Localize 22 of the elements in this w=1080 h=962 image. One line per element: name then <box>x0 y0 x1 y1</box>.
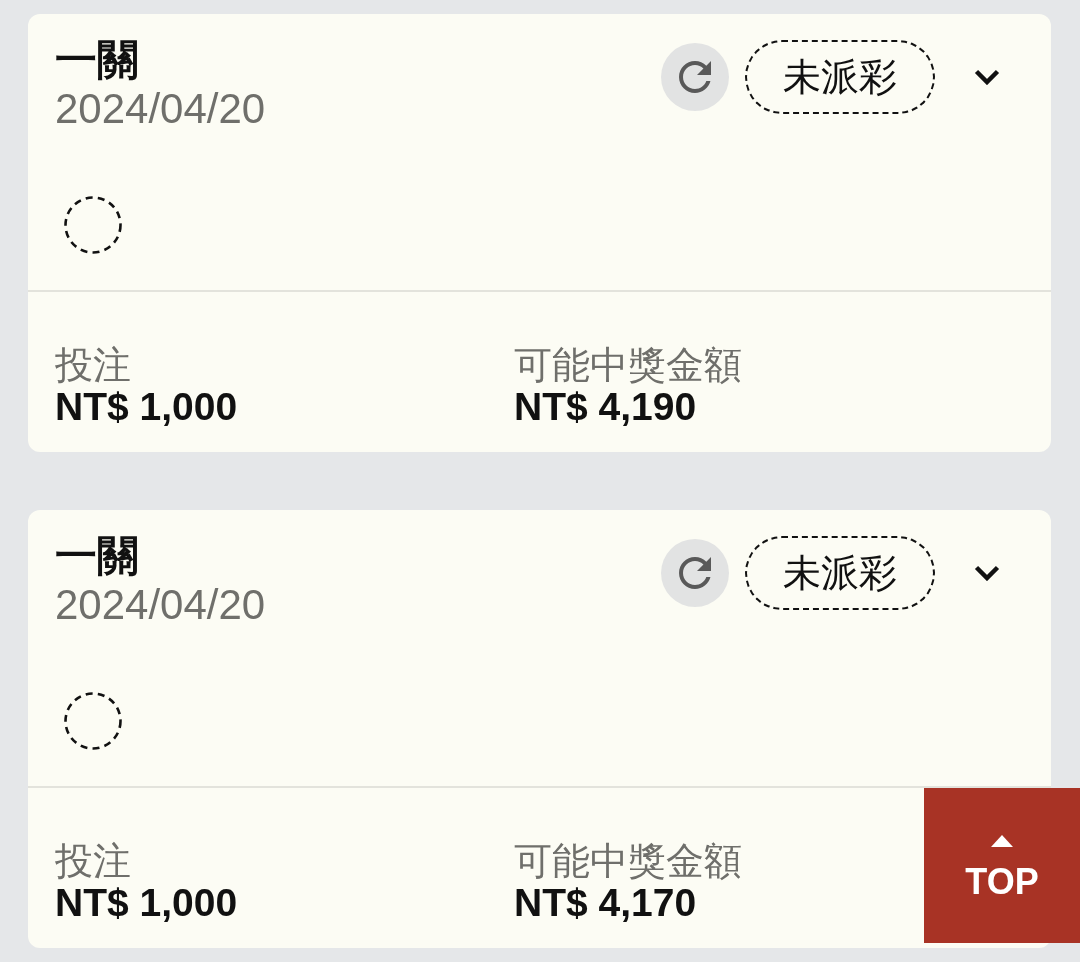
empty-circle-icon <box>64 692 122 750</box>
bet-title: 一關 <box>55 531 139 581</box>
bet-date: 2024/04/20 <box>55 581 266 629</box>
status-tag: 未派彩 <box>745 40 935 114</box>
payout-amount: NT$ 4,190 <box>514 386 697 428</box>
stake-label: 投注 <box>55 840 131 882</box>
stake-label: 投注 <box>55 344 131 386</box>
empty-circle-icon <box>64 196 122 254</box>
payout-label: 可能中獎金額 <box>514 344 742 386</box>
payout-label: 可能中獎金額 <box>514 840 742 882</box>
refresh-icon[interactable] <box>661 43 729 111</box>
stake-amount: NT$ 1,000 <box>55 386 238 428</box>
back-to-top-button[interactable]: TOP <box>924 788 1080 943</box>
bet-date: 2024/04/20 <box>55 85 266 133</box>
chevron-down-icon[interactable] <box>974 565 1000 581</box>
refresh-icon[interactable] <box>661 539 729 607</box>
bet-title: 一關 <box>55 35 139 85</box>
triangle-up-icon <box>991 835 1013 847</box>
chevron-down-icon[interactable] <box>974 69 1000 85</box>
stake-amount: NT$ 1,000 <box>55 882 238 924</box>
payout-amount: NT$ 4,170 <box>514 882 697 924</box>
status-tag: 未派彩 <box>745 536 935 610</box>
